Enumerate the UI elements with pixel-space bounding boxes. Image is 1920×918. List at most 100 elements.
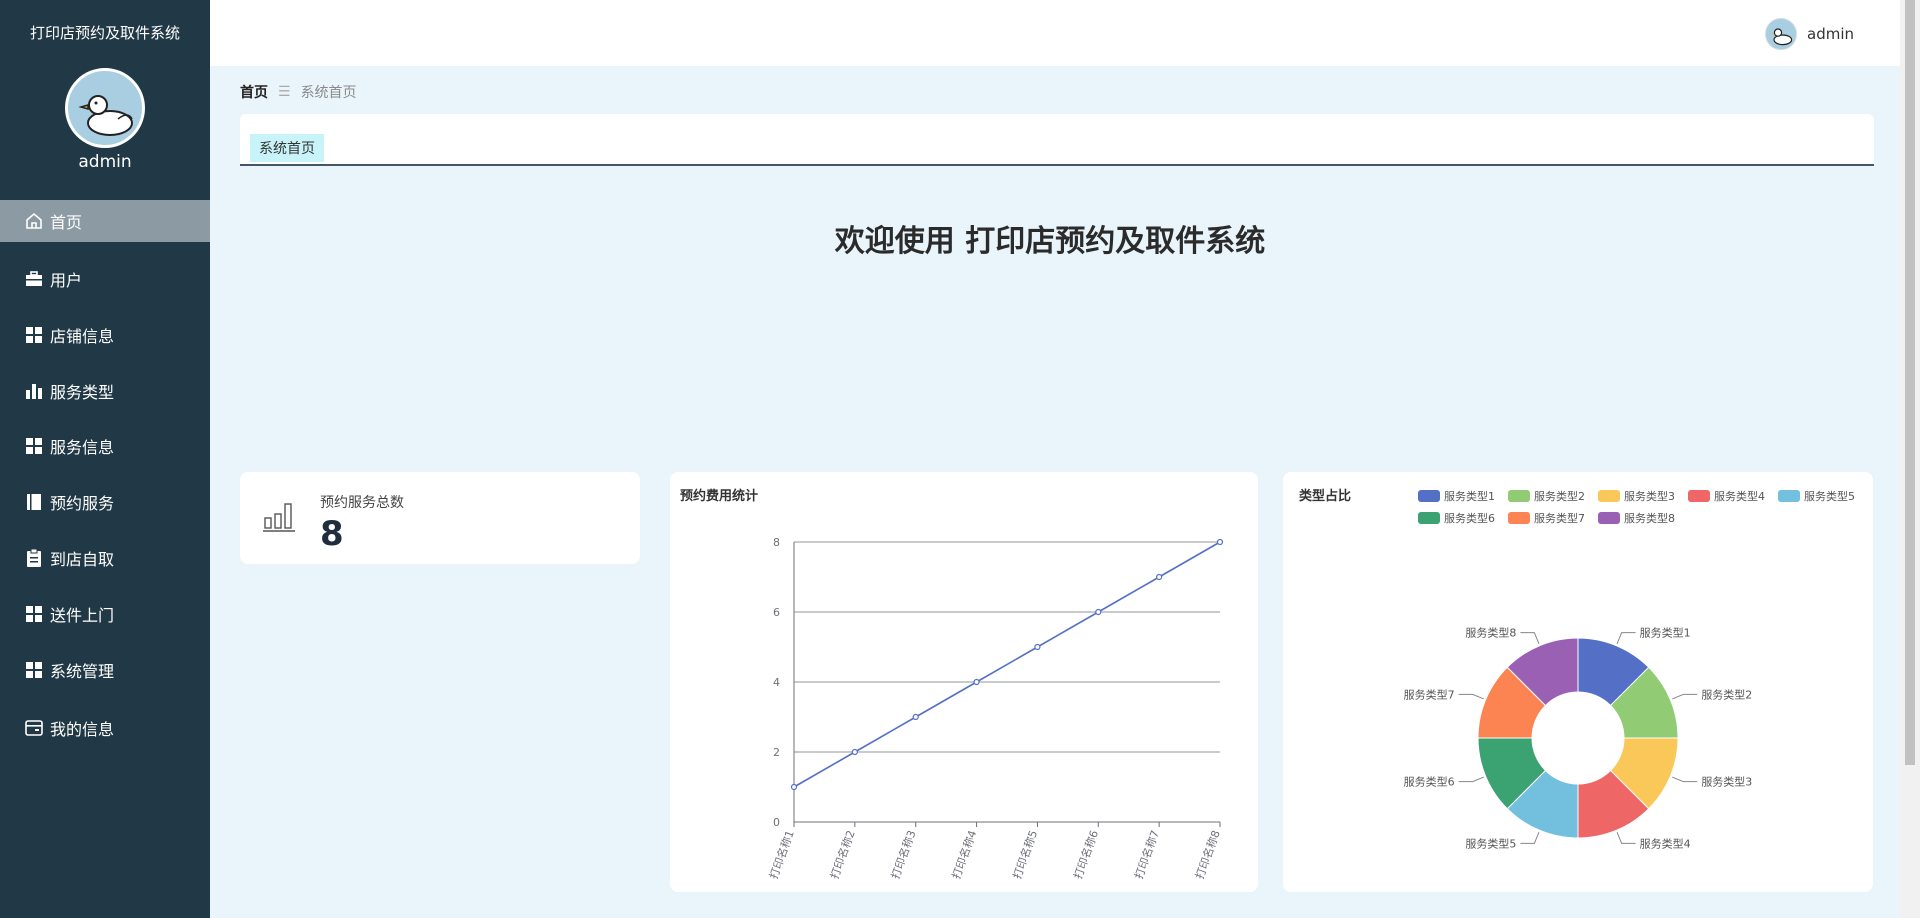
pie-label: 服务类型1: [1640, 626, 1691, 640]
legend-swatch: [1508, 512, 1530, 524]
legend-label: 服务类型1: [1444, 489, 1495, 503]
breadcrumb: 首页 ☰ 系统首页: [240, 82, 357, 102]
data-point: [1034, 643, 1041, 651]
legend-label: 服务类型7: [1534, 511, 1585, 525]
y-tick-label: 0: [773, 816, 780, 829]
data-point: [1156, 573, 1163, 581]
line-chart: 0 2 4 6 8 打印名称1 打印名称2 打印名称3 打印名称4 打印名称5 打印名称6 打印名称7…: [766, 536, 1224, 881]
sidebar-item-delivery[interactable]: 送件上门: [0, 593, 210, 635]
sidebar-item-booking[interactable]: 预约服务: [0, 481, 210, 523]
pie-label: 服务类型4: [1640, 836, 1691, 850]
scrollbar-thumb[interactable]: [1905, 0, 1915, 765]
sidebar-username: admin: [78, 152, 132, 172]
line-chart-card: 预约费用统计 0 2 4 6 8 打印名称1 打印名称2 打印名称3 打印名称4 打印名称5 打印名…: [670, 472, 1258, 892]
pie-label: 服务类型8: [1465, 626, 1516, 640]
sidebar-item-system[interactable]: 系统管理: [0, 649, 210, 691]
y-tick-label: 2: [773, 746, 780, 759]
x-tick-label: 打印名称2: [827, 828, 858, 881]
pie-label-line: [1672, 693, 1698, 700]
grid-icon: [24, 325, 44, 345]
sidebar-item-label: 我的信息: [50, 720, 115, 739]
pie-label-line: [1520, 832, 1540, 844]
welcome-text: 欢迎使用 打印店预约及取件系统: [834, 224, 1266, 259]
data-point: [912, 713, 919, 721]
pie-label-line: [1458, 693, 1484, 700]
user-menu[interactable]: admin: [1765, 18, 1854, 50]
tab-bar: 系统首页: [240, 114, 1874, 166]
tab-system-home[interactable]: 系统首页: [250, 134, 324, 162]
clipboard-icon: [24, 548, 44, 568]
sidebar-item-label: 店铺信息: [50, 327, 115, 346]
series-line: [793, 541, 1221, 788]
grid-icon: [24, 660, 44, 680]
pie-chart-card: 类型占比 服务类型1 服务类型2 服务类型3 服务类型4 服务类型5 服务类型6 服务类型7…: [1283, 472, 1873, 892]
breadcrumb-current: 系统首页: [300, 85, 357, 101]
pie-label-line: [1672, 776, 1698, 783]
stat-label: 预约服务总数: [320, 495, 404, 511]
pie-label-line: [1520, 632, 1540, 644]
pie-label: 服务类型5: [1465, 836, 1516, 850]
avatar[interactable]: [1765, 18, 1797, 50]
duck-avatar-icon: [78, 95, 133, 136]
sidebar-item-service-type[interactable]: 服务类型: [0, 370, 210, 412]
y-tick-label: 6: [773, 606, 780, 619]
legend-label: 服务类型4: [1714, 489, 1765, 503]
legend-swatch: [1508, 490, 1530, 502]
data-point: [1095, 608, 1102, 616]
y-tick-label: 8: [773, 536, 780, 549]
sidebar-item-home[interactable]: 首页: [0, 200, 210, 242]
legend-label: 服务类型5: [1804, 489, 1855, 503]
sidebar-item-label: 送件上门: [50, 606, 115, 625]
x-tick-label: 打印名称8: [1192, 828, 1223, 881]
pie-label: 服务类型3: [1701, 775, 1752, 789]
x-tick-label: 打印名称4: [949, 828, 980, 881]
sidebar-item-label: 用户: [50, 271, 83, 290]
legend-swatch: [1688, 490, 1710, 502]
legend-swatch: [1598, 490, 1620, 502]
legend-swatch: [1598, 512, 1620, 524]
sidebar-item-label: 服务信息: [50, 438, 115, 457]
legend-swatch: [1418, 512, 1440, 524]
legend-label: 服务类型3: [1624, 489, 1675, 503]
sidebar: 打印店预约及取件系统 admin 首页 用户 店铺信息 服务类型 服务信息 预约…: [0, 0, 210, 918]
grid-icon: [24, 436, 44, 456]
legend-swatch: [1418, 490, 1440, 502]
pie-label-line: [1616, 832, 1636, 844]
pie-label-line: [1616, 632, 1636, 644]
app-title: 打印店预约及取件系统: [29, 24, 180, 42]
pie-label-line: [1458, 776, 1484, 783]
legend-label: 服务类型6: [1444, 511, 1495, 525]
x-tick-label: 打印名称5: [1010, 828, 1041, 881]
pie-label: 服务类型7: [1404, 687, 1455, 701]
header-username[interactable]: admin: [1807, 25, 1854, 43]
stat-card-bookings: 预约服务总数 8: [240, 472, 640, 564]
sidebar-item-my-info[interactable]: 我的信息: [0, 707, 210, 749]
sidebar-item-shop-info[interactable]: 店铺信息: [0, 314, 210, 356]
top-header: admin: [210, 0, 1900, 66]
sidebar-item-pickup[interactable]: 到店自取: [0, 537, 210, 579]
grid-icon: [24, 604, 44, 624]
breadcrumb-home[interactable]: 首页: [240, 82, 268, 102]
duck-avatar-icon: [1771, 28, 1793, 46]
data-point: [1216, 538, 1224, 546]
book-icon: [24, 492, 44, 512]
x-tick-label: 打印名称3: [888, 828, 919, 881]
page-scrollbar[interactable]: [1900, 0, 1920, 918]
card-icon: [24, 718, 44, 738]
welcome-title: 欢迎使用 打印店预约及取件系统: [210, 216, 1920, 260]
bar-chart-icon: [263, 503, 295, 532]
sidebar-item-label: 到店自取: [50, 550, 115, 569]
sidebar-item-service-info[interactable]: 服务信息: [0, 425, 210, 467]
y-tick-label: 4: [773, 676, 780, 689]
breadcrumb-separator-icon: ☰: [278, 84, 291, 100]
briefcase-icon: [24, 269, 44, 289]
legend-swatch: [1778, 490, 1800, 502]
data-point: [851, 748, 858, 756]
avatar[interactable]: [65, 68, 145, 148]
legend-label: 服务类型8: [1624, 511, 1675, 525]
pie-label: 服务类型2: [1701, 687, 1752, 701]
pie-label: 服务类型6: [1404, 775, 1455, 789]
pie-chart: 服务类型1 服务类型2 服务类型3 服务类型4 服务类型5 服务类型6 服务类型7 服务类型8…: [1404, 489, 1855, 850]
sidebar-item-users[interactable]: 用户: [0, 258, 210, 300]
bar-chart-icon: [24, 381, 44, 401]
